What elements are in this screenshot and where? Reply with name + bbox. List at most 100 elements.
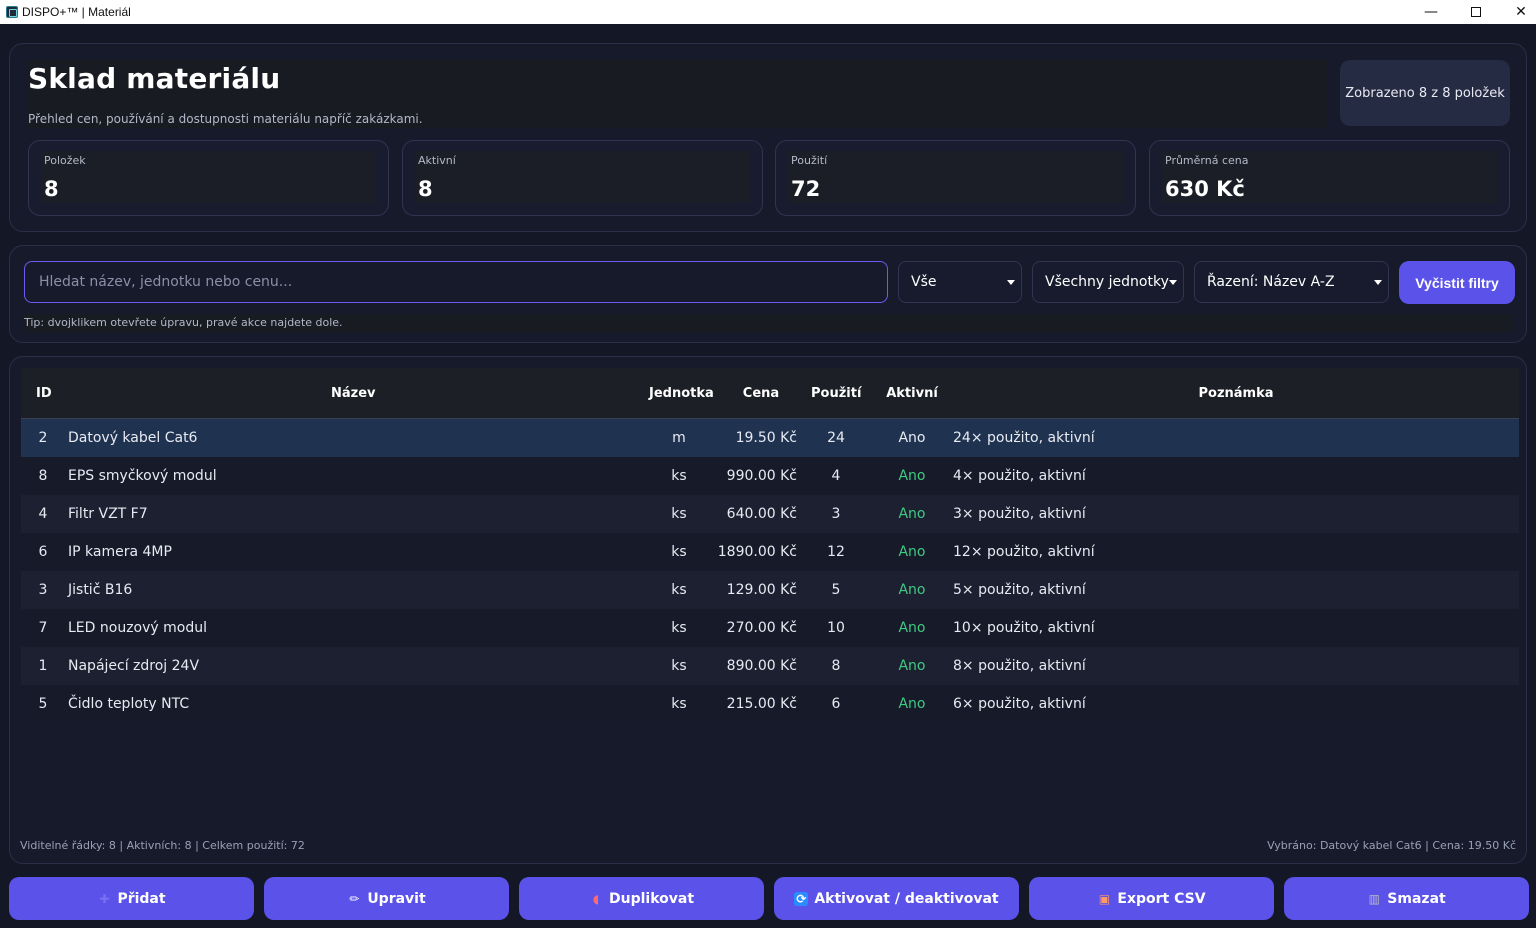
type-filter-select[interactable]: Vše: [898, 261, 1022, 303]
table-panel: ID Název Jednotka Cena Použití Aktivní P…: [9, 356, 1527, 864]
stat-value: 8: [418, 177, 433, 201]
delete-button[interactable]: ▥ Smazat: [1284, 877, 1529, 920]
cell-active: Ano: [898, 658, 926, 674]
cell-id: 4: [38, 506, 48, 522]
chevron-down-icon: [1169, 280, 1177, 285]
selection-summary: Vybráno: Datový kabel Cat6 | Cena: 19.50…: [1267, 839, 1516, 852]
add-button[interactable]: ✚ Přidat: [9, 877, 254, 920]
cell-price: 890.00 Kč: [726, 658, 797, 674]
cell-id: 7: [38, 620, 48, 636]
cell-unit: ks: [671, 696, 687, 712]
magnet-icon: ◖: [592, 891, 600, 906]
cell-name: Čidlo teploty NTC: [68, 696, 190, 712]
stat-value: 630 Kč: [1165, 177, 1245, 201]
cell-active: Ano: [898, 696, 926, 712]
column-header-id[interactable]: ID: [36, 368, 52, 419]
cell-usage: 3: [831, 506, 841, 522]
column-header-unit[interactable]: Jednotka: [649, 368, 714, 419]
cell-price: 19.50 Kč: [735, 430, 797, 446]
cell-usage: 12: [827, 544, 845, 560]
unit-filter-select[interactable]: Všechny jednotky: [1032, 261, 1184, 303]
cell-id: 1: [38, 658, 48, 674]
cell-usage: 24: [827, 430, 845, 446]
cell-unit: ks: [671, 544, 687, 560]
column-header-price[interactable]: Cena: [733, 368, 789, 419]
pencil-icon: ✏: [349, 891, 360, 906]
sort-value: Řazení: Název A-Z: [1207, 274, 1335, 290]
cell-price: 215.00 Kč: [726, 696, 797, 712]
window-titlebar: DISPO+™ | Materiál — ✕: [0, 0, 1536, 24]
duplicate-button-label: Duplikovat: [608, 890, 695, 907]
duplicate-button[interactable]: ◖ Duplikovat: [519, 877, 764, 920]
column-header-usage[interactable]: Použití: [811, 368, 861, 419]
table-row[interactable]: 3 Jistič B16 ks 129.00 Kč 5 Ano 5× použito, ak…: [21, 571, 1519, 609]
table-row[interactable]: 6 IP kamera 4MP ks 1890.00 Kč 12 Ano 12× použi…: [21, 533, 1519, 571]
type-filter-value: Vše: [911, 274, 937, 290]
minimize-button[interactable]: —: [1408, 0, 1454, 24]
column-header-name[interactable]: Název: [331, 368, 376, 419]
table-row-selected[interactable]: 2 Datový kabel Cat6 m 19.50 Kč 24 Ano 24× použ…: [21, 419, 1519, 457]
cell-note: 24× použito, aktivní: [953, 430, 1095, 446]
cell-unit: ks: [671, 582, 687, 598]
maximize-button[interactable]: [1453, 0, 1499, 24]
cell-name: Filtr VZT F7: [68, 506, 148, 522]
cell-name: LED nouzový modul: [68, 620, 207, 636]
search-input[interactable]: [24, 261, 888, 303]
cell-note: 10× použito, aktivní: [953, 620, 1095, 636]
toggle-active-button[interactable]: ⟳ Aktivovat / deaktivovat: [774, 877, 1019, 920]
cell-note: 6× použito, aktivní: [953, 696, 1086, 712]
close-icon: ✕: [1515, 4, 1527, 20]
cell-active: Ano: [898, 430, 926, 446]
sort-select[interactable]: Řazení: Název A-Z: [1194, 261, 1389, 303]
cell-name: Datový kabel Cat6: [68, 430, 198, 446]
toggle-active-button-label: Aktivovat / deaktivovat: [814, 890, 999, 907]
cell-usage: 10: [827, 620, 845, 636]
window-title: DISPO+™ | Materiál: [22, 5, 131, 19]
cell-price: 129.00 Kč: [726, 582, 797, 598]
package-icon: ▣: [1098, 891, 1111, 906]
cell-id: 2: [38, 430, 48, 446]
stat-card-items: Položek 8: [28, 140, 389, 216]
chevron-down-icon: [1007, 280, 1015, 285]
cell-id: 8: [38, 468, 48, 484]
cell-usage: 6: [831, 696, 841, 712]
cell-note: 4× použito, aktivní: [953, 468, 1086, 484]
cell-active: Ano: [898, 620, 926, 636]
table-row[interactable]: 4 Filtr VZT F7 ks 640.00 Kč 3 Ano 3× použito, …: [21, 495, 1519, 533]
cycle-icon: ⟳: [794, 891, 809, 906]
edit-button[interactable]: ✏ Upravit: [264, 877, 509, 920]
stat-label: Použití: [791, 154, 828, 167]
cell-note: 5× použito, aktivní: [953, 582, 1086, 598]
cell-price: 270.00 Kč: [726, 620, 797, 636]
tip-text: Tip: dvojklikem otevřete úpravu, pravé a…: [24, 314, 1514, 332]
column-header-active[interactable]: Aktivní: [885, 368, 939, 419]
cell-unit: m: [672, 430, 686, 446]
stat-card-avg-price: Průměrná cena 630 Kč: [1149, 140, 1510, 216]
page-subtitle: Přehled cen, používání a dostupnosti mat…: [28, 112, 423, 126]
minimize-icon: —: [1424, 4, 1438, 20]
filter-panel: Vše Všechny jednotky Řazení: Název A-Z V…: [9, 245, 1527, 343]
cell-usage: 4: [831, 468, 841, 484]
clear-filters-button[interactable]: Vyčistit filtry: [1399, 261, 1515, 304]
edit-button-label: Upravit: [367, 890, 426, 907]
cell-usage: 8: [831, 658, 841, 674]
cell-name: EPS smyčkový modul: [68, 468, 217, 484]
chevron-down-icon: [1374, 280, 1382, 285]
cell-name: IP kamera 4MP: [68, 544, 172, 560]
close-button[interactable]: ✕: [1498, 0, 1536, 24]
cell-active: Ano: [898, 582, 926, 598]
table-row[interactable]: 8 EPS smyčkový modul ks 990.00 Kč 4 Ano 4× pou…: [21, 457, 1519, 495]
table-row[interactable]: 1 Napájecí zdroj 24V ks 890.00 Kč 8 Ano 8× pou…: [21, 647, 1519, 685]
export-csv-button[interactable]: ▣ Export CSV: [1029, 877, 1274, 920]
cell-active: Ano: [898, 544, 926, 560]
column-header-note[interactable]: Poznámka: [1181, 368, 1291, 419]
shown-count-badge: Zobrazeno 8 z 8 položek: [1340, 60, 1510, 126]
trash-icon: ▥: [1368, 891, 1380, 906]
cell-unit: ks: [671, 658, 687, 674]
table-row[interactable]: 7 LED nouzový modul ks 270.00 Kč 10 Ano 10× po…: [21, 609, 1519, 647]
table-row[interactable]: 5 Čidlo teploty NTC ks 215.00 Kč 6 Ano 6× použ…: [21, 685, 1519, 723]
cell-unit: ks: [671, 468, 687, 484]
export-csv-button-label: Export CSV: [1117, 890, 1206, 907]
cell-active: Ano: [898, 468, 926, 484]
cell-unit: ks: [671, 506, 687, 522]
